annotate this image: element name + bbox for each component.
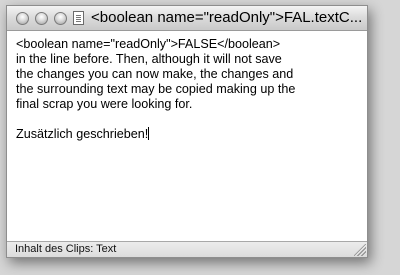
status-bar: Inhalt des Clips: Text bbox=[7, 241, 367, 257]
desktop-background: <boolean name="readOnly">FAL.textC... <b… bbox=[0, 0, 400, 275]
clip-text: <boolean name="readOnly">FALSE</boolean>… bbox=[16, 37, 296, 141]
status-text: Inhalt des Clips: Text bbox=[15, 243, 117, 255]
minimize-button-icon[interactable] bbox=[35, 12, 48, 25]
close-button-icon[interactable] bbox=[16, 12, 29, 25]
clip-text-area[interactable]: <boolean name="readOnly">FALSE</boolean>… bbox=[7, 31, 367, 241]
title-bar[interactable]: <boolean name="readOnly">FAL.textC... bbox=[7, 6, 367, 31]
window-title: <boolean name="readOnly">FAL.textC... bbox=[91, 9, 363, 26]
resize-grip-icon[interactable] bbox=[354, 244, 366, 256]
document-proxy-icon[interactable] bbox=[73, 11, 84, 25]
zoom-button-icon[interactable] bbox=[54, 12, 67, 25]
clipping-window: <boolean name="readOnly">FAL.textC... <b… bbox=[6, 5, 368, 258]
text-caret bbox=[148, 127, 150, 140]
